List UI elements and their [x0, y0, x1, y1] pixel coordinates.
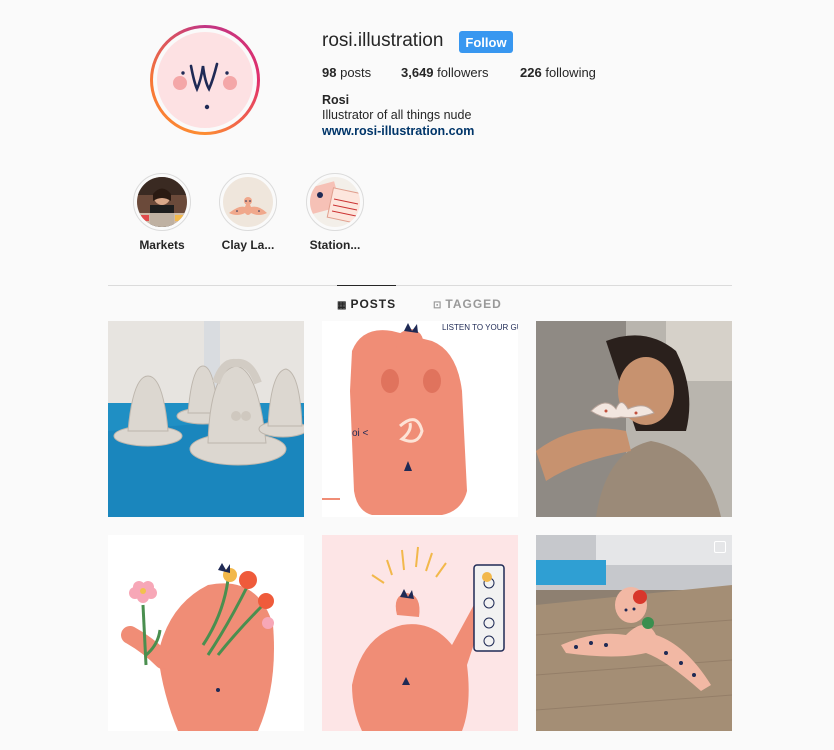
highlight-label: Markets [139, 238, 185, 252]
post-tile[interactable] [536, 535, 732, 731]
post-image-figure-with-flowers [108, 535, 304, 731]
post-image-listen-to-your-gut: LISTEN TO YOUR GUT oi < [322, 321, 518, 517]
followers-stat[interactable]: 3,649 followers [401, 65, 488, 80]
post-tile[interactable]: LISTEN TO YOUR GUT oi < [322, 321, 518, 517]
tag-icon: ⊡ [433, 300, 443, 311]
bio-text: Illustrator of all things nude [322, 108, 472, 122]
followers-label: followers [437, 65, 489, 80]
post-caption: LISTEN TO YOUR GUT [442, 323, 518, 332]
post-tile[interactable] [322, 535, 518, 731]
post-tile[interactable] [108, 535, 304, 731]
posts-label: posts [340, 65, 372, 80]
post-tile[interactable] [536, 321, 732, 517]
post-image-clay-spotted-figure [536, 535, 732, 731]
post-image-woman-with-figure [536, 321, 732, 517]
tab-tagged[interactable]: ⊡ TAGGED [433, 297, 502, 311]
tab-posts[interactable]: ▦ POSTS [337, 285, 397, 311]
grid-icon: ▦ [337, 300, 348, 311]
highlight-label: Clay La... [221, 238, 275, 252]
multiple-photos-icon [714, 541, 726, 553]
tab-tagged-label: TAGGED [445, 297, 502, 311]
highlight-stationery-image [310, 177, 360, 227]
highlight-clay-image [223, 177, 273, 227]
username: rosi.illustration [322, 30, 444, 51]
following-label: following [545, 65, 596, 80]
follow-button[interactable]: Follow [459, 31, 513, 53]
multiple-photos-icon [286, 541, 298, 553]
followers-count: 3,649 [401, 65, 434, 80]
highlight-clay[interactable]: Clay La... [208, 173, 288, 252]
avatar [157, 32, 253, 128]
post-image-clay-figures [108, 321, 304, 517]
following-count: 226 [520, 65, 542, 80]
post-tile[interactable] [108, 321, 304, 517]
tab-posts-label: POSTS [350, 297, 397, 311]
posts-count: 98 [322, 65, 337, 80]
highlight-markets-image [137, 177, 187, 227]
posts-stat: 98 posts [322, 65, 371, 80]
highlight-stationery[interactable]: Station... [295, 173, 375, 252]
post-side-text: oi < [352, 428, 369, 439]
tabs-divider [108, 285, 732, 286]
full-name: Rosi [322, 93, 350, 107]
post-image-figure-pressing-buttons [322, 535, 518, 731]
profile-avatar-ring[interactable] [150, 25, 260, 135]
highlight-label: Station... [309, 238, 361, 252]
website-link[interactable]: www.rosi-illustration.com [322, 124, 474, 138]
highlight-markets[interactable]: Markets [122, 173, 202, 252]
following-stat[interactable]: 226 following [520, 65, 596, 80]
